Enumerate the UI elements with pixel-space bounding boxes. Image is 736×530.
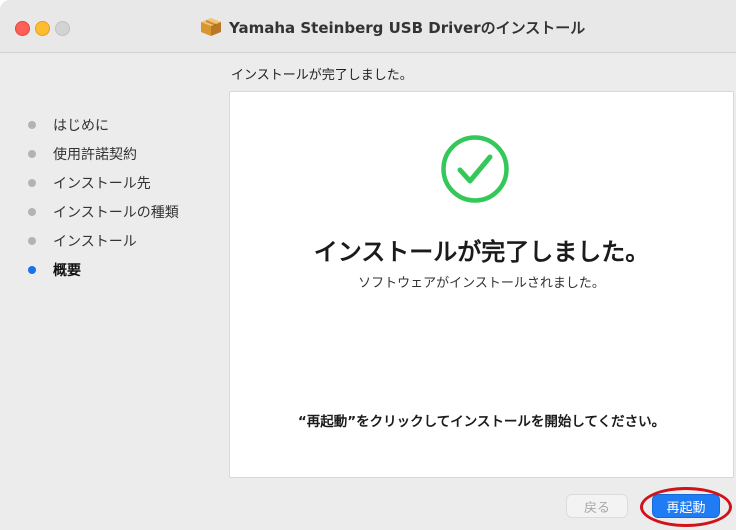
content-panel: インストールが完了しました。 ソフトウェアがインストールされました。 “再起動”… <box>229 91 734 478</box>
step-dot-icon <box>28 120 36 129</box>
step-installation-type: インストールの種類 <box>28 197 179 226</box>
package-icon <box>201 18 221 36</box>
minimize-window-button[interactable] <box>35 21 50 36</box>
restart-button[interactable]: 再起動 <box>652 494 720 518</box>
step-license: 使用許諾契約 <box>28 139 179 168</box>
completion-title: インストールが完了しました。 <box>313 238 650 266</box>
step-label: 使用許諾契約 <box>53 146 137 163</box>
step-label: インストール先 <box>53 175 151 192</box>
page-heading: インストールが完了しました。 <box>231 68 413 83</box>
back-button[interactable]: 戻る <box>566 494 628 518</box>
window-title-group: Yamaha Steinberg USB Driverのインストール <box>200 16 585 38</box>
step-dot-icon <box>28 178 36 187</box>
installer-window: Yamaha Steinberg USB Driverのインストール インストー… <box>0 0 736 530</box>
restart-instruction: “再起動”をクリックしてインストールを開始してください。 <box>297 414 666 430</box>
checkmark-circle-icon <box>441 135 509 203</box>
completion-subtitle: ソフトウェアがインストールされました。 <box>358 276 605 291</box>
zoom-window-button[interactable] <box>55 21 70 36</box>
installer-steps-sidebar: はじめに 使用許諾契約 インストール先 インストールの種類 インストール 概要 <box>28 110 179 284</box>
step-dot-icon <box>28 236 36 245</box>
step-destination: インストール先 <box>28 168 179 197</box>
step-summary: 概要 <box>28 255 179 284</box>
step-dot-icon <box>28 207 36 216</box>
step-label: インストールの種類 <box>53 204 179 221</box>
step-dot-icon <box>28 149 36 158</box>
title-bar: Yamaha Steinberg USB Driverのインストール <box>0 0 736 53</box>
step-dot-active-icon <box>28 265 36 274</box>
window-title: Yamaha Steinberg USB Driverのインストール <box>229 18 586 37</box>
step-label: インストール <box>53 233 137 250</box>
step-label: はじめに <box>53 117 109 134</box>
step-label: 概要 <box>53 262 81 279</box>
close-window-button[interactable] <box>15 21 30 36</box>
step-introduction: はじめに <box>28 110 179 139</box>
step-installation: インストール <box>28 226 179 255</box>
